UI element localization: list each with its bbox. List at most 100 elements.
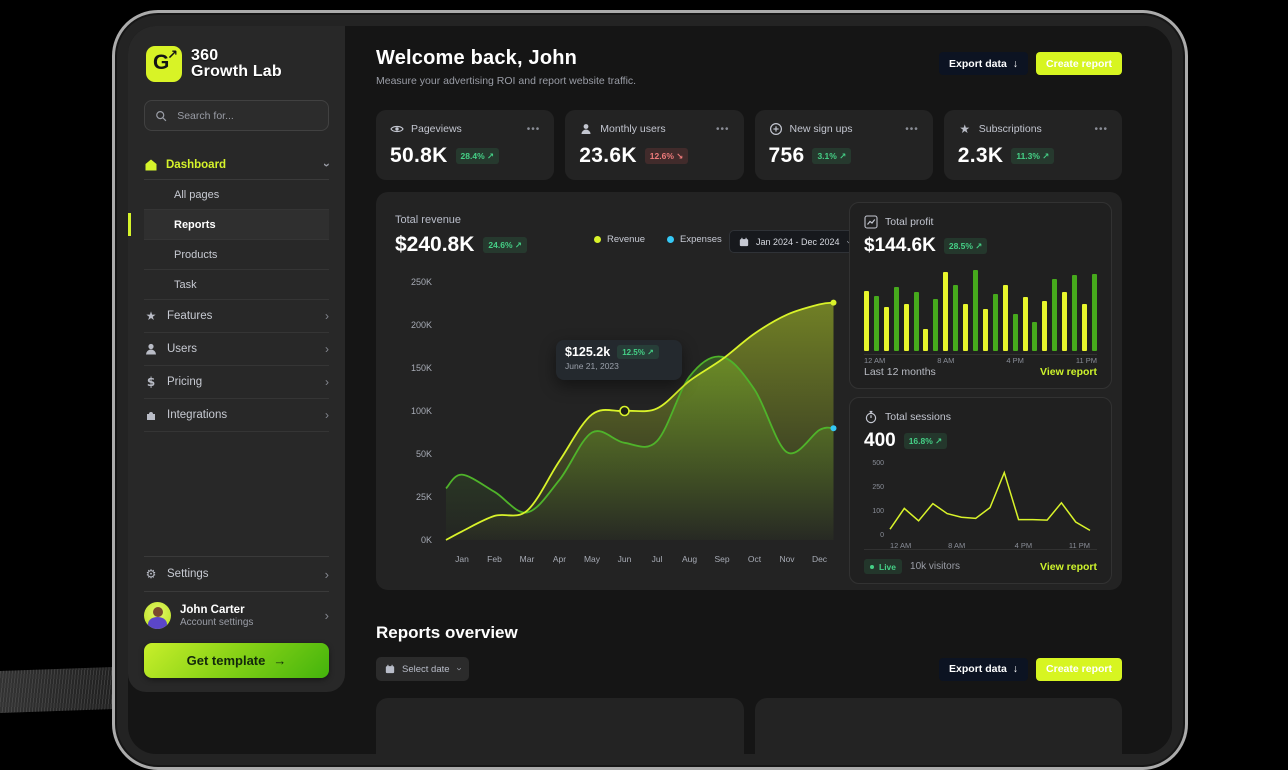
stat-value: 756 bbox=[769, 144, 805, 168]
star-icon: ★ bbox=[144, 309, 158, 323]
chevron-down-icon: › bbox=[453, 667, 463, 670]
sidebar-item-settings[interactable]: ⚙ Settings › bbox=[144, 557, 329, 591]
select-date-dropdown[interactable]: Select date › bbox=[376, 657, 469, 681]
stat-label: Pageviews bbox=[411, 123, 462, 135]
svg-text:150K: 150K bbox=[411, 363, 432, 373]
sidebar-item-integrations[interactable]: Integrations › bbox=[144, 399, 329, 432]
stat-card-subscriptions: ★ Subscriptions ••• 2.3K 11.3% ↗ bbox=[944, 110, 1122, 180]
chart-tooltip: $125.2k 12.5% ↗ June 21, 2023 bbox=[556, 340, 682, 380]
profit-bar bbox=[983, 309, 988, 351]
change-badge: 16.8% ↗ bbox=[904, 433, 948, 449]
nav-item-label: Integrations bbox=[167, 409, 227, 421]
stat-cards: Pageviews ••• 50.8K 28.4% ↗ Monthly user… bbox=[376, 110, 1122, 180]
nav-item-label: Features bbox=[167, 310, 212, 322]
trend-icon bbox=[864, 215, 878, 229]
get-template-button[interactable]: Get template → bbox=[144, 643, 329, 678]
revenue-chart-svg: 250K200K150K100K50K25K0KJanFebMarAprMayJ… bbox=[386, 268, 866, 578]
sidebar-item-products[interactable]: Products bbox=[144, 240, 329, 270]
logo-line2: Growth Lab bbox=[191, 64, 282, 80]
sidebar-item-all-pages[interactable]: All pages bbox=[144, 180, 329, 210]
svg-text:Apr: Apr bbox=[553, 554, 566, 564]
logo-text: 360 Growth Lab bbox=[191, 48, 282, 81]
app-logo[interactable]: G↗ 360 Growth Lab bbox=[146, 46, 327, 82]
tablet-frame: G↗ 360 Growth Lab Dashboard › All pages bbox=[112, 10, 1188, 770]
more-menu-icon[interactable]: ••• bbox=[527, 124, 541, 135]
sidebar-item-reports[interactable]: Reports bbox=[144, 210, 329, 240]
revenue-value: $240.8K bbox=[395, 233, 474, 257]
report-card bbox=[755, 698, 1123, 754]
svg-text:Aug: Aug bbox=[682, 554, 697, 564]
sidebar-item-features[interactable]: ★ Features › bbox=[144, 300, 329, 333]
stat-card-pageviews: Pageviews ••• 50.8K 28.4% ↗ bbox=[376, 110, 554, 180]
profit-bar bbox=[933, 299, 938, 351]
user-icon bbox=[579, 122, 593, 136]
sidebar-item-users[interactable]: Users › bbox=[144, 333, 329, 366]
panel-title: Total sessions bbox=[885, 411, 951, 423]
arrow-down-icon: ↓ bbox=[1013, 663, 1018, 675]
panel-title: Total profit bbox=[885, 216, 933, 228]
tooltip-value: $125.2k bbox=[565, 345, 610, 359]
sub-item-label: Task bbox=[174, 279, 197, 291]
svg-text:50K: 50K bbox=[416, 449, 432, 459]
profit-bar bbox=[1013, 314, 1018, 351]
svg-text:25K: 25K bbox=[416, 492, 432, 502]
nav-item-label: Users bbox=[167, 343, 197, 355]
cta-label: Get template bbox=[187, 653, 266, 668]
stat-card-new-sign-ups: New sign ups ••• 756 3.1% ↗ bbox=[755, 110, 933, 180]
user-subtitle: Account settings bbox=[180, 617, 253, 628]
more-menu-icon[interactable]: ••• bbox=[905, 124, 919, 135]
live-badge: Live bbox=[864, 559, 902, 574]
profit-bar bbox=[1032, 322, 1037, 351]
more-menu-icon[interactable]: ••• bbox=[716, 124, 730, 135]
visitors-count: 10k visitors bbox=[910, 561, 960, 572]
sidebar-item-dashboard[interactable]: Dashboard › bbox=[144, 151, 329, 179]
export-data-button[interactable]: Export data ↓ bbox=[939, 52, 1028, 75]
account-settings-row[interactable]: John Carter Account settings › bbox=[144, 592, 329, 643]
calendar-icon bbox=[385, 664, 395, 674]
profit-bar bbox=[993, 294, 998, 351]
search-box[interactable] bbox=[144, 100, 329, 131]
logo-line1: 360 bbox=[191, 48, 282, 64]
reports-cards bbox=[376, 698, 1122, 754]
settings-label: Settings bbox=[167, 568, 209, 580]
svg-text:Oct: Oct bbox=[748, 554, 762, 564]
search-input[interactable] bbox=[175, 109, 318, 123]
profit-bar bbox=[1092, 274, 1097, 351]
date-range-dropdown[interactable]: Jan 2024 - Dec 2024 › bbox=[729, 230, 860, 253]
dollar-icon: $ bbox=[144, 375, 158, 389]
report-card bbox=[376, 698, 744, 754]
svg-text:Jul: Jul bbox=[652, 554, 663, 564]
export-data-button[interactable]: Export data ↓ bbox=[939, 658, 1028, 681]
create-report-button[interactable]: Create report bbox=[1036, 52, 1122, 75]
main-content: Welcome back, John Measure your advertis… bbox=[345, 26, 1172, 754]
profit-bar bbox=[963, 304, 968, 351]
live-dot-icon bbox=[870, 565, 874, 569]
profit-footnote: Last 12 months bbox=[864, 366, 936, 378]
dashboard-screen: G↗ 360 Growth Lab Dashboard › All pages bbox=[128, 26, 1172, 754]
view-report-link[interactable]: View report bbox=[1040, 561, 1097, 573]
more-menu-icon[interactable]: ••• bbox=[1094, 124, 1108, 135]
svg-text:Mar: Mar bbox=[520, 554, 535, 564]
view-report-link[interactable]: View report bbox=[1040, 366, 1097, 378]
legend-expenses[interactable]: Expenses bbox=[667, 234, 722, 245]
stat-value: 50.8K bbox=[390, 144, 448, 168]
chevron-right-icon: › bbox=[325, 376, 329, 388]
svg-text:0: 0 bbox=[880, 532, 884, 539]
sub-item-label: Products bbox=[174, 249, 217, 261]
svg-text:250: 250 bbox=[872, 484, 884, 491]
chevron-right-icon: › bbox=[325, 310, 329, 322]
legend-revenue[interactable]: Revenue bbox=[594, 234, 645, 245]
total-profit-panel: Total profit $144.6K 28.5% ↗ 12 AM 8 AM … bbox=[849, 202, 1112, 389]
plus-circle-icon bbox=[769, 122, 783, 136]
profit-bar bbox=[1052, 279, 1057, 351]
profit-bar bbox=[953, 285, 958, 351]
stopwatch-icon bbox=[864, 410, 878, 424]
sidebar-item-task[interactable]: Task bbox=[144, 270, 329, 300]
profit-bar bbox=[864, 291, 869, 351]
create-report-button[interactable]: Create report bbox=[1036, 658, 1122, 681]
home-icon bbox=[144, 158, 158, 172]
chevron-right-icon: › bbox=[325, 409, 329, 421]
sidebar: G↗ 360 Growth Lab Dashboard › All pages bbox=[128, 26, 345, 692]
sidebar-item-pricing[interactable]: $ Pricing › bbox=[144, 366, 329, 399]
revenue-panel: Total revenue $240.8K 24.6% ↗ Revenue Ex… bbox=[376, 192, 1122, 590]
